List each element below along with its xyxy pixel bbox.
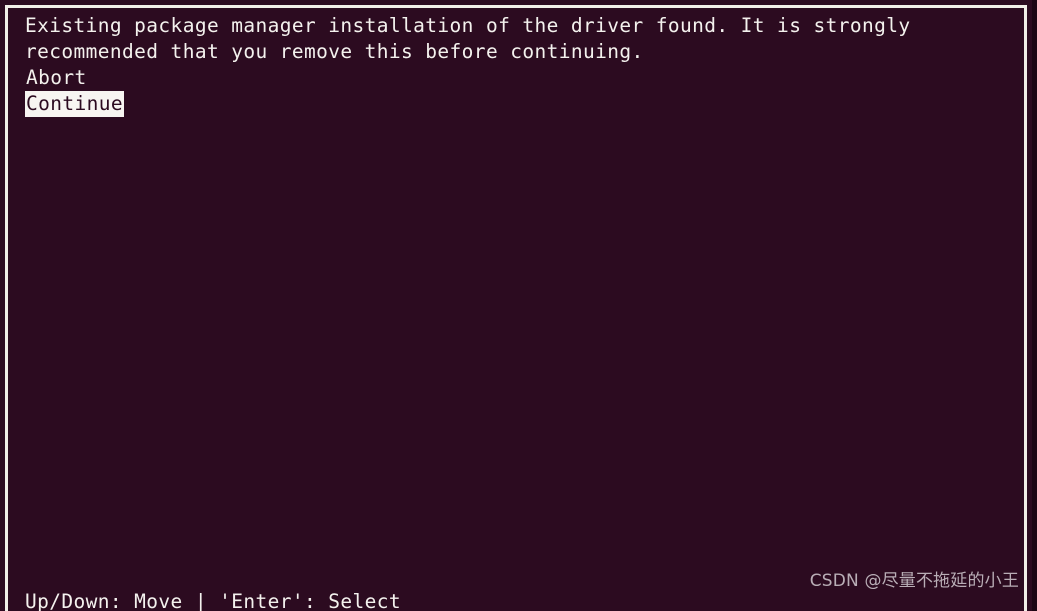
dialog-message: Existing package manager installation of… [25,13,1011,65]
dialog-border [5,5,1027,611]
menu-item-abort[interactable]: Abort [25,65,88,91]
menu-list[interactable]: Abort Continue [25,65,125,117]
menu-item-continue[interactable]: Continue [25,91,125,117]
footer-hint: Up/Down: Move | 'Enter': Select [25,590,402,611]
message-line-2: recommended that you remove this before … [25,40,644,63]
menu-row-continue[interactable]: Continue [25,91,125,117]
right-gutter [1032,0,1037,611]
watermark: CSDN @尽量不拖延的小王 [809,571,1019,591]
terminal-window[interactable]: Existing package manager installation of… [0,0,1037,611]
message-line-1: Existing package manager installation of… [25,14,911,37]
menu-row-abort[interactable]: Abort [25,65,124,91]
